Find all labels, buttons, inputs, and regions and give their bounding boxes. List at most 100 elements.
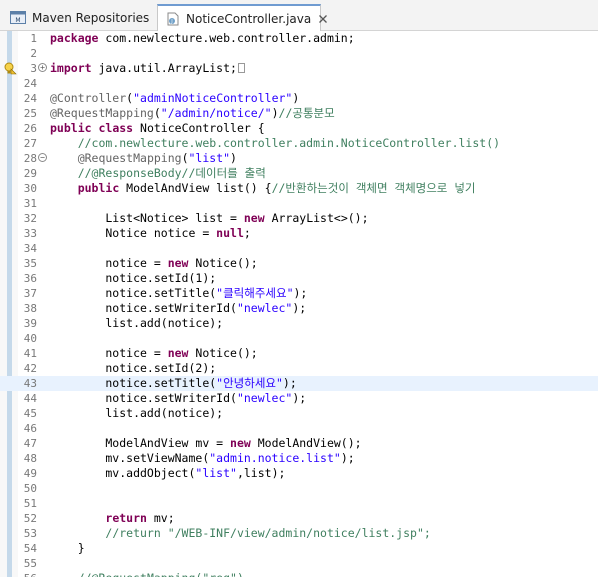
line-number: 49 <box>23 467 37 480</box>
code-line[interactable]: 3 + import java.util.ArrayList; <box>0 61 598 76</box>
line-number: 41 <box>23 347 37 360</box>
line-number: 53 <box>23 527 37 540</box>
line-number: 36 <box>23 272 37 285</box>
line-number: 54 <box>23 542 37 555</box>
tab-maven-repositories[interactable]: M Maven Repositories <box>4 4 156 31</box>
code-line[interactable]: 31 <box>0 196 598 211</box>
svg-text:M: M <box>15 17 20 24</box>
code-line[interactable]: 33 Notice notice = null; <box>0 226 598 241</box>
line-number: 30 <box>23 182 37 195</box>
code-text: notice.setId(1); <box>50 271 217 285</box>
code-line[interactable]: 56 //@RequestMapping("reg") <box>0 571 598 577</box>
code-line[interactable]: 1 package com.newlecture.web.controller.a… <box>0 31 598 46</box>
code-line[interactable]: 35 notice = new Notice(); <box>0 256 598 271</box>
code-line[interactable]: 43 notice.setTitle("안녕하세요"); <box>0 376 598 391</box>
code-editor[interactable]: 1 package com.newlecture.web.controller.a… <box>0 31 598 577</box>
editor-tab-bar: M Maven Repositories J NoticeController.… <box>0 0 598 31</box>
line-number: 24 <box>23 92 37 105</box>
line-number: 3 <box>30 62 37 75</box>
code-text: notice.setId(2); <box>50 361 217 375</box>
line-number: 29 <box>23 167 37 180</box>
line-number: 37 <box>23 287 37 300</box>
line-number: 50 <box>23 482 37 495</box>
code-line[interactable]: 46 <box>0 421 598 436</box>
folded-imports-indicator[interactable] <box>237 63 245 73</box>
code-line[interactable]: 26 public class NoticeController { <box>0 121 598 136</box>
code-line[interactable]: 40 <box>0 331 598 346</box>
code-text: list.add(notice); <box>50 406 224 420</box>
code-text: Notice notice = null; <box>50 226 251 240</box>
code-text: notice.setWriterId("newlec"); <box>50 391 307 405</box>
line-number: 40 <box>23 332 37 345</box>
code-line[interactable]: 32 List<Notice> list = new ArrayList<>()… <box>0 211 598 226</box>
code-line[interactable]: 42 notice.setId(2); <box>0 361 598 376</box>
code-line[interactable]: 39 list.add(notice); <box>0 316 598 331</box>
code-text: notice.setTitle("안녕하세요"); <box>50 376 297 390</box>
code-text: public class NoticeController { <box>50 121 265 135</box>
code-text: List<Notice> list = new ArrayList<>(); <box>50 211 369 225</box>
line-number: 26 <box>23 122 37 135</box>
line-number: 56 <box>18 571 37 577</box>
expand-fold-icon[interactable]: + <box>38 63 47 72</box>
code-line[interactable]: 30 public ModelAndView list() {//반환하는것이 … <box>0 181 598 196</box>
svg-text:J: J <box>170 19 172 25</box>
code-line[interactable]: 25 @RequestMapping("/admin/notice/")//공통분… <box>0 106 598 121</box>
code-line[interactable]: 34 <box>0 241 598 256</box>
code-line[interactable]: 2 <box>0 46 598 61</box>
line-number: 28 <box>23 152 37 165</box>
lightbulb-warning-icon[interactable] <box>3 62 17 75</box>
code-text: //return "/WEB-INF/view/admin/notice/lis… <box>105 526 431 540</box>
tab-label: NoticeController.java <box>186 11 312 26</box>
code-line[interactable]: 24 @Controller("adminNoticeController") <box>0 91 598 106</box>
line-number: 48 <box>23 452 37 465</box>
code-text: } <box>50 541 85 555</box>
line-number: 31 <box>23 197 37 210</box>
code-line[interactable]: 54 } <box>0 541 598 556</box>
code-line[interactable]: 29 //@ResponseBody//데이터를 출력 <box>0 166 598 181</box>
line-number: 44 <box>23 392 37 405</box>
code-text: notice = new Notice(); <box>50 256 258 270</box>
code-text: @RequestMapping("/admin/notice/")//공통분모 <box>50 106 335 120</box>
line-number: 25 <box>23 107 37 120</box>
line-number: 55 <box>23 557 37 570</box>
code-line[interactable]: 24 <box>0 76 598 91</box>
code-line[interactable]: 41 notice = new Notice(); <box>0 346 598 361</box>
code-text: list.add(notice); <box>50 316 224 330</box>
line-number: 2 <box>30 47 37 60</box>
code-line[interactable]: 52 return mv; <box>0 511 598 526</box>
line-number: 47 <box>23 437 37 450</box>
code-line[interactable]: 44 notice.setWriterId("newlec"); <box>0 391 598 406</box>
code-line[interactable]: 55 <box>0 556 598 571</box>
code-text: notice.setWriterId("newlec"); <box>50 301 307 315</box>
code-text: @RequestMapping("list") <box>77 151 237 165</box>
code-text: notice.setTitle("클릭해주세요"); <box>50 286 308 300</box>
tab-notice-controller[interactable]: J NoticeController.java <box>157 4 328 31</box>
code-line[interactable]: 51 <box>0 496 598 511</box>
code-text: //@ResponseBody//데이터를 출력 <box>77 166 266 180</box>
line-number: 32 <box>23 212 37 225</box>
code-text: package com.newlecture.web.controller.ad… <box>50 31 355 45</box>
code-line[interactable]: 36 notice.setId(1); <box>0 271 598 286</box>
line-number: 24 <box>23 77 37 90</box>
line-number: 33 <box>23 227 37 240</box>
line-number: 42 <box>23 362 37 375</box>
line-number: 52 <box>23 512 37 525</box>
code-line[interactable]: 38 notice.setWriterId("newlec"); <box>0 301 598 316</box>
code-line[interactable]: 37 notice.setTitle("클릭해주세요"); <box>0 286 598 301</box>
code-line[interactable]: 45 list.add(notice); <box>0 406 598 421</box>
line-number: 45 <box>23 407 37 420</box>
code-line[interactable]: 48 mv.setViewName("admin.notice.list"); <box>0 451 598 466</box>
code-line[interactable]: 47 ModelAndView mv = new ModelAndView(); <box>0 436 598 451</box>
close-icon[interactable] <box>318 13 328 25</box>
code-line[interactable]: 53 //return "/WEB-INF/view/admin/notice/… <box>0 526 598 541</box>
line-number: 34 <box>23 242 37 255</box>
code-text: @Controller("adminNoticeController") <box>50 91 300 105</box>
line-number: 27 <box>23 137 37 150</box>
code-line[interactable]: 49 mv.addObject("list",list); <box>0 466 598 481</box>
collapse-fold-icon[interactable]: − <box>38 153 47 162</box>
code-line[interactable]: 50 <box>0 481 598 496</box>
maven-repositories-icon: M <box>10 11 26 25</box>
code-line[interactable]: 28− @RequestMapping("list") <box>0 151 598 166</box>
code-text: notice = new Notice(); <box>50 346 258 360</box>
code-line[interactable]: 27 //com.newlecture.web.controller.admin… <box>0 136 598 151</box>
